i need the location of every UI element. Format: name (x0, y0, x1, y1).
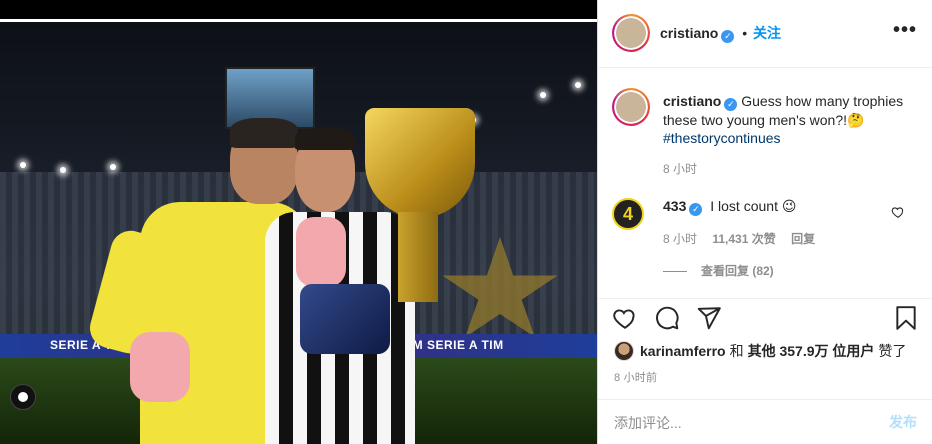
trophy-stem (398, 212, 438, 302)
user-tags-icon[interactable] (10, 384, 36, 410)
goalkeeper-glove (296, 217, 346, 287)
comment-like-heart-icon[interactable] (891, 205, 905, 219)
view-replies-label: 查看回复 (82) (701, 264, 774, 278)
like-heart-icon[interactable] (612, 305, 638, 331)
liker-username[interactable]: karinamferro (640, 343, 726, 359)
post-photo-area: SERIE A TIM I M SERIE A TIM (0, 0, 597, 444)
likes-suffix: 赞了 (878, 343, 907, 359)
commenter-username[interactable]: 433 (663, 198, 686, 214)
comments-section: cristiano ✓ Guess how many trophies these… (598, 68, 932, 298)
post-comment-button[interactable]: 发布 (889, 412, 917, 432)
verified-badge-icon: ✓ (721, 30, 735, 43)
likes-others-count[interactable]: 其他 357.9万 位用户 (748, 341, 875, 361)
comment-body: I lost count 😉 (710, 198, 797, 214)
instagram-post-modal: SERIE A TIM I M SERIE A TIM cristiano ✓ … (0, 0, 932, 444)
action-icons (612, 305, 722, 335)
stadium-light (20, 162, 26, 168)
author-avatar[interactable] (612, 14, 650, 52)
verified-badge-icon: ✓ (724, 97, 738, 111)
reply-button[interactable]: 回复 (791, 232, 815, 246)
comment-text: 433 ✓ I lost count 😉 (663, 198, 796, 216)
replies-divider (663, 271, 687, 273)
stadium-light (60, 167, 66, 173)
post-actions: karinamferro 和 其他 357.9万 位用户 赞了 8 小时前 发布 (598, 298, 932, 444)
caption-text: cristiano ✓ Guess how many trophies these… (663, 92, 918, 147)
stadium-light (540, 92, 546, 98)
stadium-light (110, 164, 116, 170)
commenter-avatar[interactable]: 4 (612, 198, 644, 230)
post-photo[interactable]: SERIE A TIM I M SERIE A TIM (0, 22, 597, 444)
caption-author-avatar[interactable] (612, 88, 650, 126)
post-side-panel: cristiano ✓ • 关注 ••• cristiano ✓ Guess how… (597, 0, 932, 444)
header-user-line: cristiano ✓ • 关注 (660, 23, 781, 43)
comment-time: 8 小时 (663, 232, 698, 246)
caption-hashtag[interactable]: #thestorycontinues (663, 130, 781, 146)
view-replies-button[interactable]: 查看回复 (82) (663, 262, 774, 279)
save-bookmark-icon[interactable] (893, 305, 919, 331)
caption-time: 8 小时 (663, 162, 698, 176)
likes-summary: karinamferro 和 其他 357.9万 位用户 赞了 (614, 341, 906, 361)
liker-avatar[interactable] (614, 341, 634, 361)
share-paper-plane-icon[interactable] (696, 305, 722, 331)
post-timestamp[interactable]: 8 小时前 (614, 369, 657, 385)
author-username[interactable]: cristiano (660, 25, 718, 41)
caption-username[interactable]: cristiano (663, 93, 721, 109)
add-comment-bar: 发布 (598, 399, 932, 444)
follow-button[interactable]: 关注 (753, 25, 781, 41)
comment-input[interactable] (614, 412, 844, 434)
separator-dot: • (742, 25, 748, 41)
comment-bubble-icon[interactable] (654, 305, 680, 331)
comment-meta: 8 小时 11,431 次赞 回复 (663, 230, 827, 247)
verified-badge-icon: ✓ (689, 203, 703, 216)
post-header: cristiano ✓ • 关注 ••• (598, 0, 932, 68)
comment-likes-count[interactable]: 11,431 次赞 (712, 232, 775, 246)
more-options-icon[interactable]: ••• (893, 20, 917, 40)
stadium-light (575, 82, 581, 88)
trophy-base (300, 284, 390, 354)
likes-joiner: 和 (729, 343, 744, 359)
trophy (365, 108, 475, 218)
